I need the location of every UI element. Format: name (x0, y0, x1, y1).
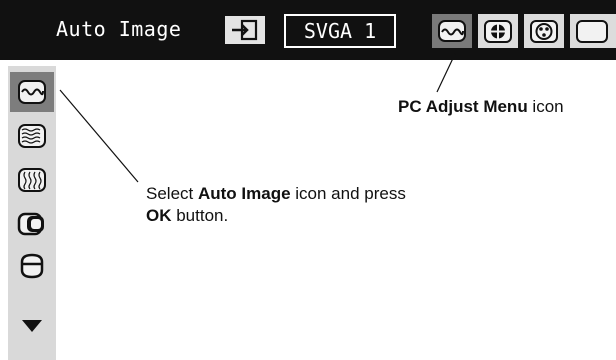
auto-image-callout-line2: OK button. (146, 205, 406, 227)
callout-lines (59, 53, 456, 183)
auto-image-callout: Select Auto Image icon and press OK butt… (146, 183, 406, 227)
callout-text: icon and press (290, 184, 406, 203)
pc-adjust-callout-rest: icon (527, 97, 564, 116)
auto-image-callout-line1: Select Auto Image icon and press (146, 183, 406, 205)
callout-bold-text: Auto Image (197, 184, 291, 203)
pc-adjust-callout-bold: PC Adjust Menu (398, 97, 528, 116)
callout-text: Select (146, 184, 198, 203)
callout-bold-text: OK (146, 206, 172, 225)
callout-text: button. (171, 206, 229, 225)
pc-adjust-callout: PC Adjust Menu icon (398, 96, 564, 118)
